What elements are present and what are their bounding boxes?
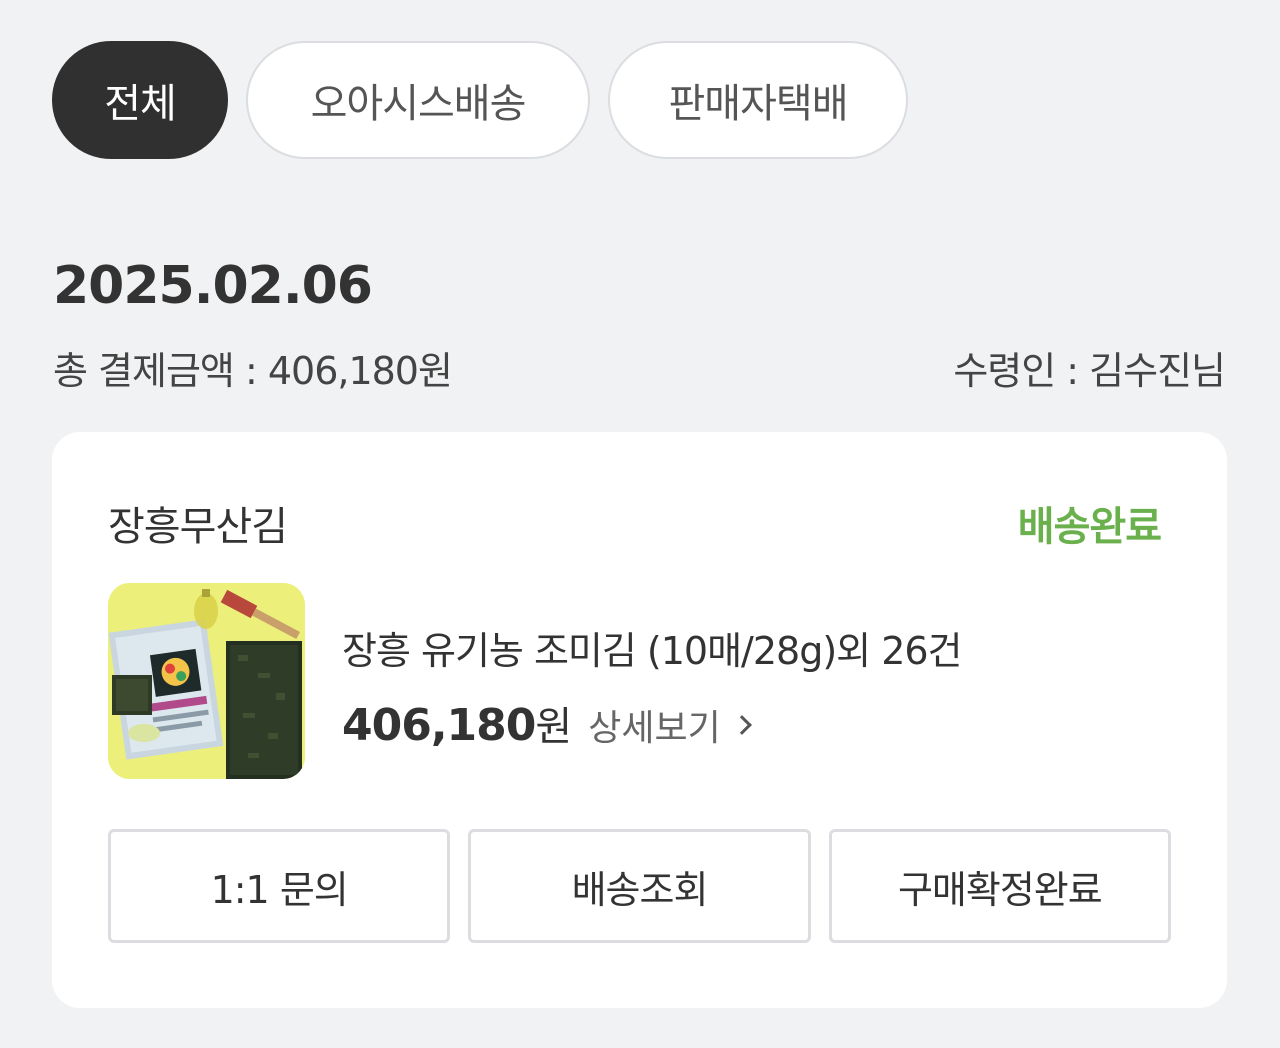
delivery-status-badge: 배송완료 — [1017, 504, 1162, 550]
view-details-link[interactable]: 상세보기 — [588, 699, 752, 751]
order-card: 장흥무산김 배송완료 장흥 유기농 조미김 (10매/28g)외 26건 406… — [52, 432, 1227, 1008]
purchase-confirmed-button[interactable]: 구매확정완료 — [828, 829, 1171, 943]
order-actions: 1:1 문의 배송조회 구매확정완료 — [108, 829, 1171, 943]
filter-tab-all[interactable]: 전체 — [52, 41, 228, 159]
price-value: 406,180 — [342, 700, 536, 751]
price-row: 406,180 원 상세보기 — [342, 694, 752, 752]
product-name[interactable]: 장흥 유기농 조미김 (10매/28g)외 26건 — [342, 620, 963, 675]
filter-tab-oasis-delivery[interactable]: 오아시스배송 — [246, 41, 590, 159]
delivery-filter-tabs: 전체 오아시스배송 판매자택배 — [52, 41, 908, 159]
order-summary: 총 결제금액 : 406,180원 수령인 : 김수진님 — [53, 340, 1226, 395]
view-details-label: 상세보기 — [588, 708, 721, 749]
order-list-page: 전체 오아시스배송 판매자택배 2025.02.06 총 결제금액 : 406,… — [0, 0, 1280, 1048]
inquiry-button[interactable]: 1:1 문의 — [108, 829, 451, 943]
seller-name: 장흥무산김 — [108, 504, 288, 550]
filter-tab-seller-delivery[interactable]: 판매자택배 — [608, 41, 908, 159]
price-unit: 원 — [535, 704, 573, 750]
product-thumbnail[interactable] — [108, 583, 305, 779]
chevron-right-icon — [731, 715, 752, 735]
track-delivery-button[interactable]: 배송조회 — [468, 829, 811, 943]
order-date: 2025.02.06 — [53, 256, 373, 316]
recipient: 수령인 : 김수진님 — [953, 349, 1226, 393]
product-image — [108, 583, 305, 779]
total-payment: 총 결제금액 : 406,180원 — [53, 349, 453, 393]
